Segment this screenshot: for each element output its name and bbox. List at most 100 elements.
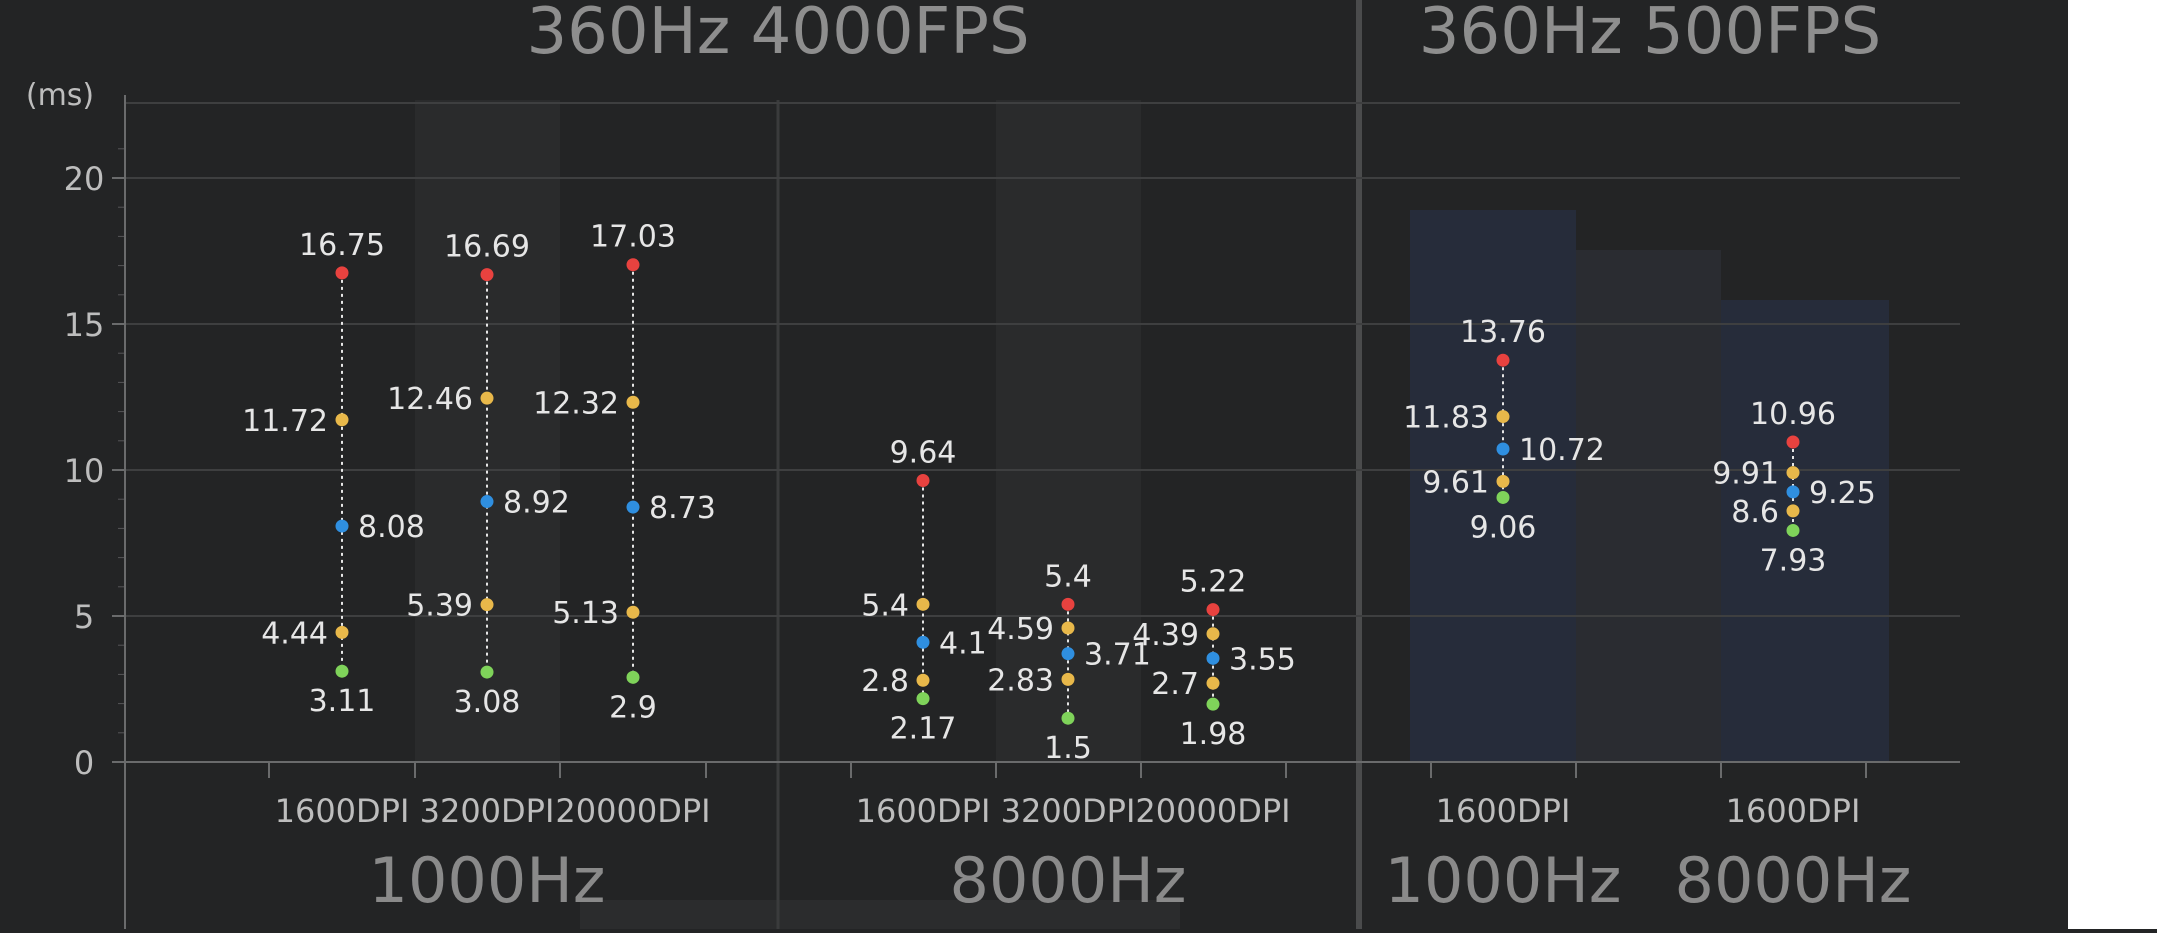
point-min: [1206, 697, 1220, 711]
value-label-mid: 8.08: [358, 510, 425, 545]
value-label-max: 5.22: [1180, 565, 1247, 600]
latency-chart: 0 5 10 15 20 1000Hz 1600DPI 16.75 11.72 8.08 4.44…: [26, 0, 1960, 929]
point-max: [335, 266, 349, 280]
value-label-max: 10.96: [1750, 397, 1836, 432]
value-label-upper: 12.46: [387, 382, 473, 417]
point-mid: [1786, 485, 1800, 499]
point-min: [916, 692, 930, 706]
point-min: [480, 665, 494, 679]
y-tick-label-0: 0: [74, 744, 94, 782]
point-max: [480, 268, 494, 282]
y-tick-label-5: 5: [74, 598, 94, 636]
category-label-20000DPI: 20000DPI: [1135, 792, 1290, 830]
point-lower: [916, 673, 930, 687]
value-label-upper: 4.59: [987, 612, 1054, 647]
heading-left: 360Hz 4000FPS: [526, 0, 1029, 69]
subgroup-label-1000Hz: 1000Hz: [369, 844, 606, 917]
value-label-mid: 4.1: [939, 626, 987, 661]
category-label-20000DPI: 20000DPI: [555, 792, 710, 830]
value-label-max: 13.76: [1460, 315, 1546, 350]
category-label-1600DPI: 1600DPI: [275, 792, 410, 830]
value-label-mid: 8.92: [503, 486, 570, 521]
point-mid: [916, 635, 930, 649]
value-label-upper: 12.32: [533, 386, 619, 421]
point-mid: [1206, 651, 1220, 665]
value-label-mid: 10.72: [1519, 433, 1605, 468]
category-label-1600DPI: 1600DPI: [856, 792, 991, 830]
point-lower: [626, 605, 640, 619]
value-label-max: 16.69: [444, 230, 530, 265]
band-500fps-gap: [1576, 250, 1721, 762]
point-lower: [1061, 672, 1075, 686]
point-min: [335, 664, 349, 678]
point-max: [1206, 603, 1220, 617]
value-label-max: 17.03: [590, 220, 676, 255]
point-upper: [916, 597, 930, 611]
value-label-max: 16.75: [299, 228, 385, 263]
band-500fps-8000hz: [1721, 300, 1889, 762]
value-label-mid: 9.25: [1809, 476, 1876, 511]
point-max: [1061, 597, 1075, 611]
value-label-lower: 4.44: [261, 616, 328, 651]
value-label-upper: 5.4: [861, 588, 909, 623]
point-upper: [626, 395, 640, 409]
point-upper: [1206, 627, 1220, 641]
point-max: [916, 474, 930, 488]
value-label-lower: 8.6: [1731, 495, 1779, 530]
point-lower: [1206, 676, 1220, 690]
point-upper: [480, 391, 494, 405]
y-tick-label-15: 15: [64, 306, 105, 344]
point-upper: [1786, 466, 1800, 480]
value-label-min: 1.98: [1180, 717, 1247, 752]
point-mid: [1496, 442, 1510, 456]
heading-right: 360Hz 500FPS: [1419, 0, 1881, 69]
value-label-max: 9.64: [890, 436, 957, 471]
value-label-min: 7.93: [1760, 543, 1827, 578]
point-min: [1061, 711, 1075, 725]
point-mid: [480, 495, 494, 509]
value-label-mid: 3.55: [1229, 642, 1296, 677]
chart-stage: 0 5 10 15 20 1000Hz 1600DPI 16.75 11.72 8.08 4.44…: [0, 0, 2157, 929]
value-label-min: 2.17: [890, 712, 957, 747]
value-label-lower: 2.7: [1151, 667, 1199, 702]
category-label-1600DPI: 1600DPI: [1726, 792, 1861, 830]
category-label-3200DPI: 3200DPI: [1001, 792, 1136, 830]
y-tick-label-10: 10: [64, 452, 105, 490]
point-upper: [1061, 621, 1075, 635]
subgroup-label-1000Hz: 1000Hz: [1385, 844, 1622, 917]
point-lower: [1786, 504, 1800, 518]
value-label-lower: 2.83: [987, 663, 1054, 698]
subgroup-label-8000Hz: 8000Hz: [950, 844, 1187, 917]
point-max: [1786, 435, 1800, 449]
value-label-upper: 9.91: [1712, 457, 1779, 492]
value-label-upper: 11.72: [242, 404, 328, 439]
point-lower: [335, 625, 349, 639]
value-label-min: 1.5: [1044, 731, 1092, 766]
value-label-lower: 5.39: [406, 589, 473, 624]
value-label-lower: 5.13: [552, 596, 619, 631]
y-tick-label-20: 20: [64, 160, 105, 198]
point-min: [1786, 523, 1800, 537]
point-min: [1496, 490, 1510, 504]
point-mid: [626, 500, 640, 514]
y-axis-unit: (ms): [26, 78, 94, 113]
value-label-min: 3.08: [454, 685, 521, 720]
value-label-lower: 9.61: [1422, 465, 1489, 500]
point-mid: [1061, 647, 1075, 661]
value-label-min: 3.11: [309, 684, 376, 719]
point-max: [1496, 353, 1510, 367]
point-min: [626, 670, 640, 684]
point-upper: [1496, 410, 1510, 424]
point-mid: [335, 519, 349, 533]
point-lower: [480, 598, 494, 612]
value-label-min: 2.9: [609, 690, 657, 725]
value-label-min: 9.06: [1470, 510, 1537, 545]
point-lower: [1496, 474, 1510, 488]
category-label-3200DPI: 3200DPI: [420, 792, 555, 830]
value-label-lower: 2.8: [861, 664, 909, 699]
value-label-mid: 8.73: [649, 491, 716, 526]
category-label-1600DPI: 1600DPI: [1436, 792, 1571, 830]
value-label-upper: 11.83: [1403, 401, 1489, 436]
value-label-upper: 4.39: [1132, 618, 1199, 653]
point-upper: [335, 413, 349, 427]
